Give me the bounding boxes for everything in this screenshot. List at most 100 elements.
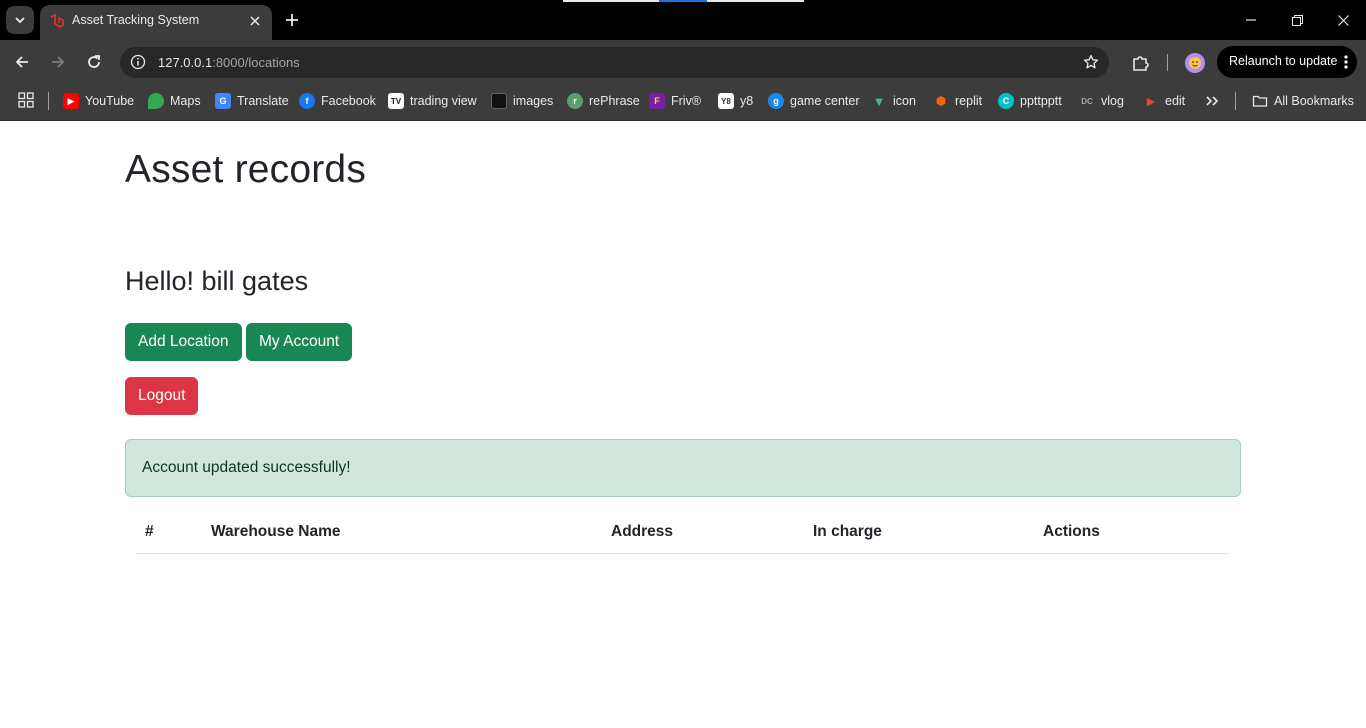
bookmark-translate[interactable]: G Translate	[215, 91, 289, 111]
vlog-icon: DC	[1081, 96, 1093, 106]
bookmark-maps[interactable]: Maps	[148, 91, 201, 111]
bookmark-label: ppttpptt	[1020, 94, 1062, 108]
laravel-icon	[50, 14, 64, 28]
bookmark-star-icon[interactable]	[1083, 54, 1099, 70]
toolbar-divider	[1167, 54, 1168, 71]
tab-title: Asset Tracking System	[72, 13, 200, 27]
chevron-double-right-icon[interactable]	[1203, 92, 1221, 110]
edit-play-icon: ▶	[1146, 95, 1156, 108]
bookmark-label: Maps	[170, 94, 201, 108]
arrow-left-icon	[15, 56, 28, 68]
restore-button[interactable]	[1274, 0, 1320, 40]
friv-icon: F	[649, 93, 665, 109]
folder-icon	[1252, 95, 1268, 107]
profile-avatar[interactable]	[1185, 53, 1205, 73]
images-icon	[491, 93, 507, 109]
url-path: :8000/locations	[212, 55, 300, 70]
extensions-puzzle-icon[interactable]	[1131, 53, 1151, 73]
close-icon	[1337, 14, 1349, 26]
arrow-right-icon	[52, 56, 65, 68]
logout-button[interactable]: Logout	[125, 377, 199, 415]
minimize-icon	[1246, 19, 1256, 21]
facebook-icon: f	[299, 93, 315, 109]
reload-button[interactable]	[82, 50, 106, 74]
bookmark-label: Friv®	[671, 94, 702, 108]
bookmark-label: edit	[1165, 94, 1186, 108]
browser-tab[interactable]: Asset Tracking System	[40, 5, 272, 40]
tab-search-button[interactable]	[6, 6, 34, 34]
bookmark-label: images	[513, 94, 554, 108]
tab-close-button[interactable]	[246, 12, 264, 30]
bookmarks-separator	[1235, 92, 1236, 110]
plus-icon	[286, 14, 298, 26]
bookmark-label: Facebook	[321, 94, 376, 108]
column-header-number: #	[145, 523, 154, 540]
url-text: 127.0.0.1:8000/locations	[158, 55, 300, 70]
back-button[interactable]	[10, 50, 34, 74]
column-header-address: Address	[611, 523, 674, 540]
site-info-icon[interactable]	[130, 54, 146, 70]
vue-icon: ▼	[872, 93, 886, 109]
bookmark-ppttpptt[interactable]: C ppttpptt	[998, 91, 1062, 111]
bookmark-label: vlog	[1101, 94, 1124, 108]
bookmark-friv[interactable]: F Friv®	[649, 91, 701, 111]
reload-icon	[88, 55, 100, 68]
bookmark-rephrase[interactable]: r rePhrase	[567, 91, 640, 111]
bookmarks-bar: ▶ YouTube Maps G Translate f Facebook TV…	[0, 84, 1366, 121]
add-location-button[interactable]: Add Location	[125, 323, 242, 361]
success-alert: Account updated successfully!	[125, 439, 1241, 497]
more-vertical-icon	[1344, 55, 1348, 69]
column-header-warehouse-name: Warehouse Name	[211, 523, 341, 540]
bookmark-y8[interactable]: Y8 y8	[718, 91, 753, 111]
my-account-button[interactable]: My Account	[246, 323, 353, 361]
minimize-button[interactable]	[1228, 0, 1274, 40]
translate-icon: G	[215, 93, 231, 109]
bookmark-facebook[interactable]: f Facebook	[299, 91, 376, 111]
bookmark-images[interactable]: images	[491, 91, 553, 111]
bookmark-label: rePhrase	[589, 94, 640, 108]
replit-icon: ⬢	[935, 94, 947, 108]
maps-pin-icon	[148, 93, 164, 109]
relaunch-update-button[interactable]: Relaunch to update	[1217, 46, 1357, 78]
close-window-button[interactable]	[1320, 0, 1366, 40]
window-drag-indicator-accent	[659, 0, 707, 2]
page-content: Asset records Hello! bill gates Add Loca…	[0, 121, 1366, 728]
rephrase-icon: r	[567, 93, 583, 109]
new-tab-button[interactable]	[282, 10, 302, 30]
bookmark-game-center[interactable]: g game center	[768, 91, 859, 111]
all-bookmarks[interactable]: All Bookmarks	[1252, 91, 1354, 111]
all-bookmarks-label: All Bookmarks	[1274, 94, 1354, 108]
bookmark-label: icon	[893, 94, 916, 108]
apps-grid-icon[interactable]	[18, 92, 34, 108]
canva-icon: C	[998, 93, 1014, 109]
bookmark-label: y8	[740, 94, 754, 108]
bookmark-trading-view[interactable]: TV trading view	[388, 91, 477, 111]
game-center-icon: g	[768, 93, 784, 109]
page-title: Asset records	[125, 148, 367, 191]
bookmark-youtube[interactable]: ▶ YouTube	[63, 91, 134, 111]
avatar-face-icon	[1189, 57, 1201, 69]
y8-icon: Y8	[718, 93, 734, 109]
relaunch-label: Relaunch to update	[1229, 54, 1338, 68]
chevron-down-icon	[15, 17, 25, 24]
bookmark-label: game center	[790, 94, 860, 108]
bookmark-edit[interactable]: ▶ edit	[1143, 91, 1185, 111]
tab-strip: Asset Tracking System	[0, 0, 1366, 40]
bookmark-label: trading view	[410, 94, 477, 108]
forward-button[interactable]	[46, 50, 70, 74]
column-header-actions: Actions	[1043, 523, 1100, 540]
address-bar[interactable]: 127.0.0.1:8000/locations	[120, 47, 1109, 78]
bookmark-vlog[interactable]: DC vlog	[1079, 91, 1124, 111]
restore-icon	[1291, 14, 1303, 26]
bookmark-label: replit	[955, 94, 983, 108]
bookmarks-separator	[48, 92, 49, 110]
bookmark-replit[interactable]: ⬢ replit	[933, 91, 982, 111]
bookmark-icon[interactable]: ▼ icon	[871, 91, 916, 111]
browser-toolbar: 127.0.0.1:8000/locations	[0, 40, 1366, 84]
url-host: 127.0.0.1	[158, 55, 213, 70]
greeting: Hello! bill gates	[125, 266, 309, 296]
close-icon	[250, 16, 260, 26]
alert-message: Account updated successfully!	[142, 459, 351, 476]
tradingview-icon: TV	[388, 93, 404, 109]
column-header-in-charge: In charge	[813, 523, 882, 540]
